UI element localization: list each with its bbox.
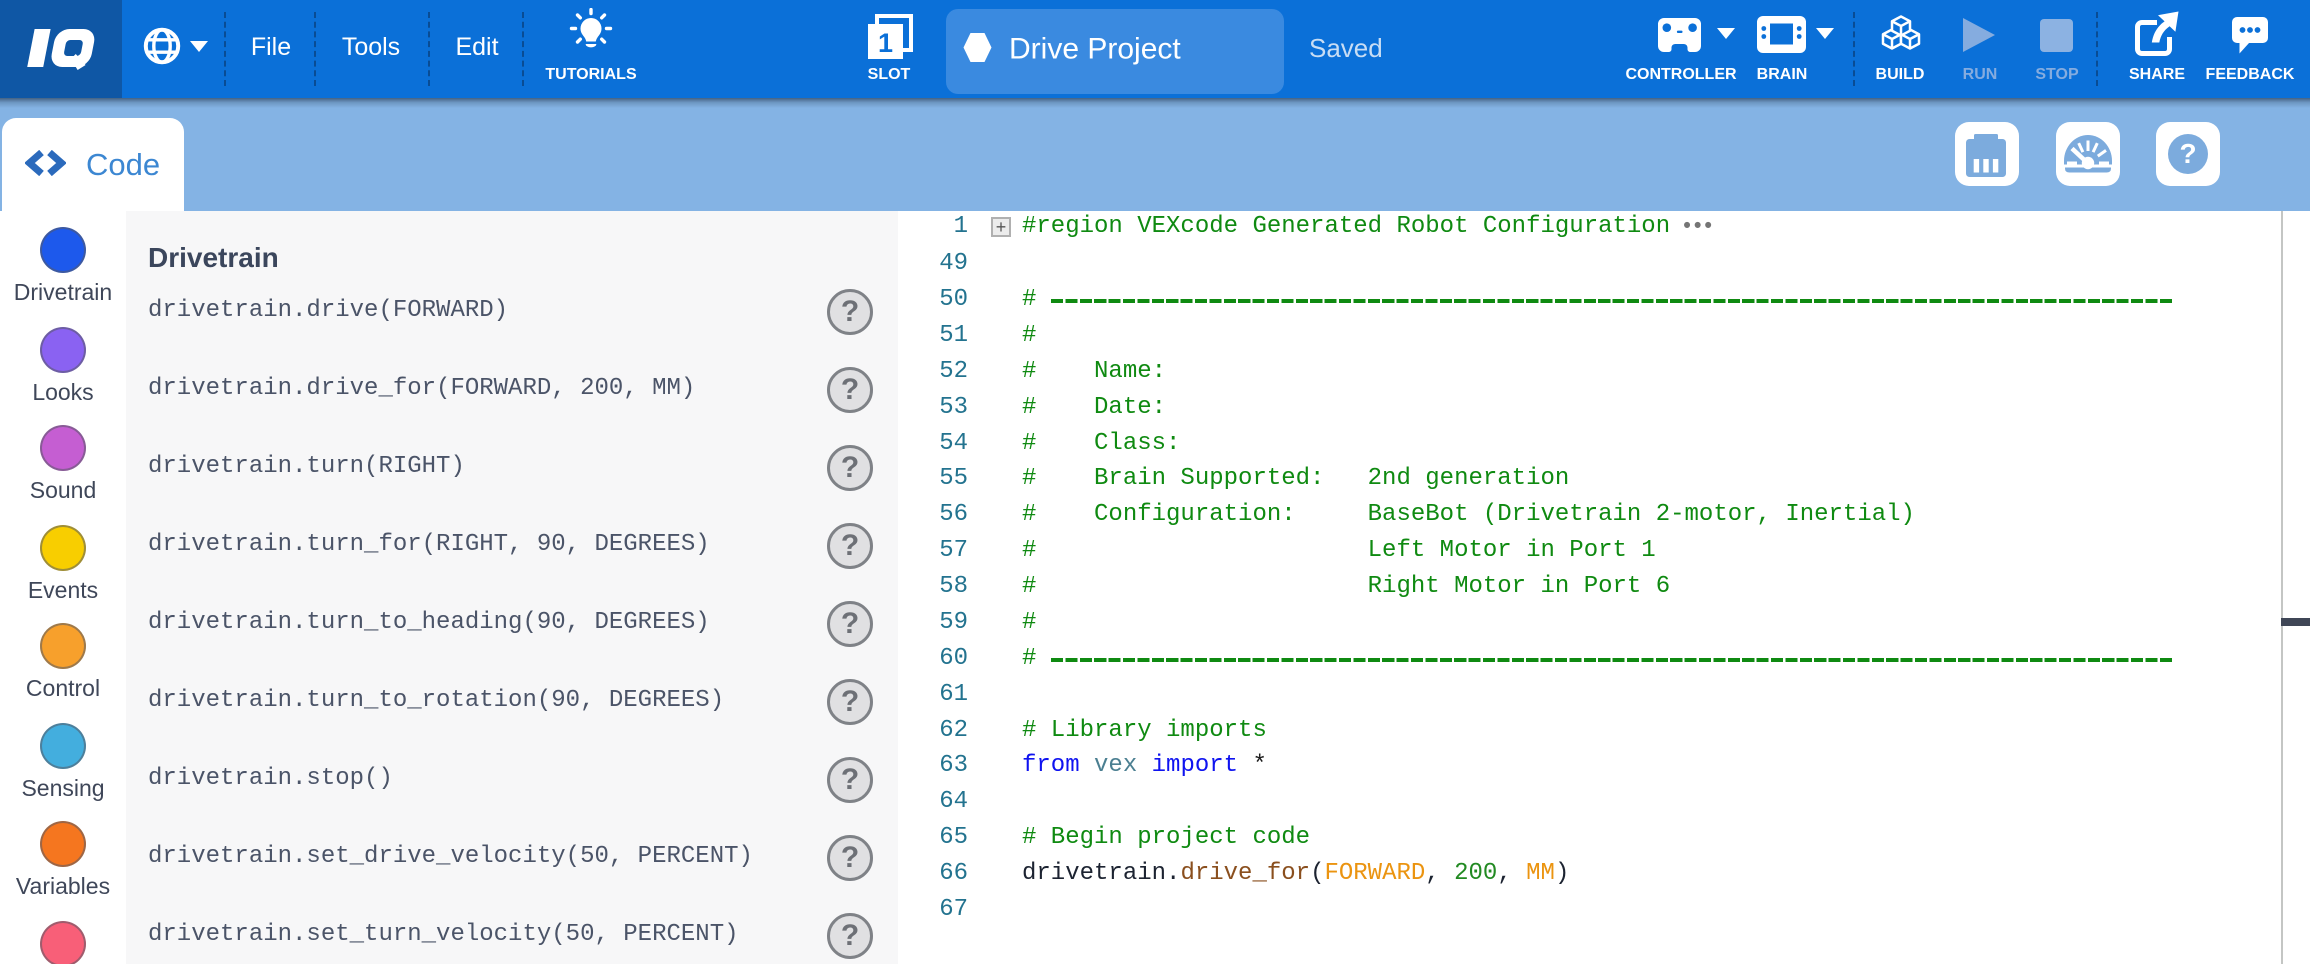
svg-text:?: ? [2179,138,2196,169]
svg-text:1: 1 [878,28,893,58]
